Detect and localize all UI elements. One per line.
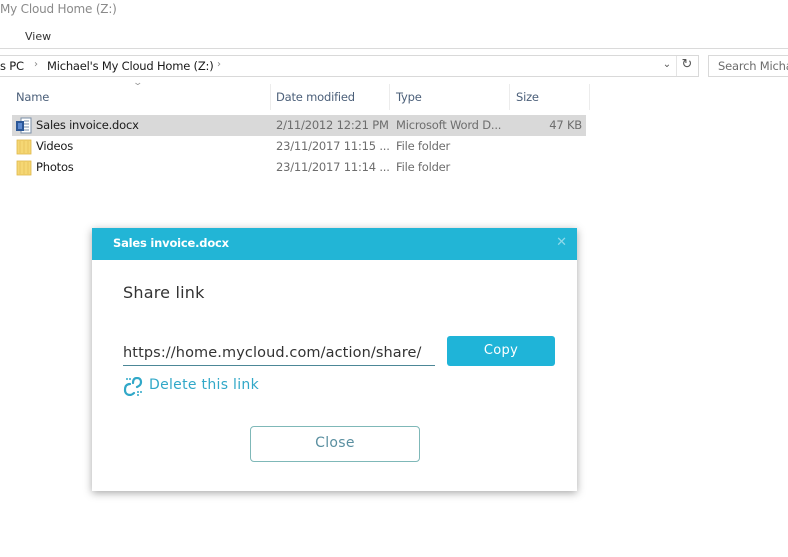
dialog-header: Sales invoice.docx ✕ [92, 228, 577, 260]
column-header-size[interactable]: Size [516, 90, 539, 104]
file-date-modified: 2/11/2012 12:21 PM [276, 118, 389, 132]
share-link-dialog: Sales invoice.docx ✕ Share link Copy Del… [92, 228, 577, 491]
ribbon-tab-view[interactable]: View [25, 30, 51, 43]
search-box[interactable]: Search Micha [708, 55, 788, 77]
share-link-field[interactable] [123, 340, 435, 366]
address-divider [676, 56, 677, 76]
folder-icon [16, 160, 32, 176]
column-divider[interactable] [389, 84, 390, 110]
column-header-date-modified[interactable]: Date modified [276, 90, 355, 104]
column-header-name[interactable]: Name [16, 90, 49, 104]
column-header-type[interactable]: Type [396, 90, 422, 104]
word-document-icon [16, 117, 32, 134]
address-bar[interactable]: s PC › Michael's My Cloud Home (Z:) › ⌄ … [0, 55, 699, 77]
file-name[interactable]: Videos [36, 139, 73, 153]
file-type: File folder [396, 160, 451, 174]
file-date-modified: 23/11/2017 11:15 ... [276, 139, 390, 153]
folder-icon [16, 139, 32, 155]
breadcrumb-my-cloud-home[interactable]: Michael's My Cloud Home (Z:) [47, 59, 214, 73]
file-row[interactable]: Photos 23/11/2017 11:14 ... File folder [12, 157, 586, 178]
file-size: 47 KB [549, 118, 582, 132]
breadcrumb-separator[interactable]: › [34, 59, 38, 70]
file-type: Microsoft Word D... [396, 118, 502, 132]
ribbon-divider [0, 48, 788, 49]
search-input[interactable]: Search Micha [718, 59, 788, 73]
column-divider[interactable] [509, 84, 510, 110]
close-button[interactable]: Close [250, 426, 420, 462]
copy-button[interactable]: Copy [447, 336, 555, 366]
file-type: File folder [396, 139, 451, 153]
dialog-title: Sales invoice.docx [113, 236, 229, 250]
refresh-icon[interactable]: ↻ [679, 57, 695, 72]
file-name[interactable]: Sales invoice.docx [36, 118, 139, 132]
file-row[interactable]: Sales invoice.docx 2/11/2012 12:21 PM Mi… [12, 115, 586, 136]
breadcrumb-this-pc[interactable]: s PC [0, 59, 24, 73]
column-divider[interactable] [270, 84, 271, 110]
file-row[interactable]: Videos 23/11/2017 11:15 ... File folder [12, 136, 586, 157]
file-date-modified: 23/11/2017 11:14 ... [276, 160, 390, 174]
breadcrumb-separator[interactable]: › [217, 59, 221, 70]
file-explorer-window: My Cloud Home (Z:) View s PC › Michael's… [0, 0, 788, 557]
column-divider[interactable] [589, 84, 590, 110]
chevron-down-icon[interactable]: ⌄ [660, 59, 674, 70]
unlink-icon [123, 377, 143, 396]
sort-indicator-icon: ⌄ [132, 78, 144, 88]
delete-link-label[interactable]: Delete this link [149, 377, 259, 393]
window-title: My Cloud Home (Z:) [0, 2, 117, 16]
file-name[interactable]: Photos [36, 160, 74, 174]
share-link-heading: Share link [123, 283, 205, 302]
close-icon[interactable]: ✕ [556, 235, 567, 250]
